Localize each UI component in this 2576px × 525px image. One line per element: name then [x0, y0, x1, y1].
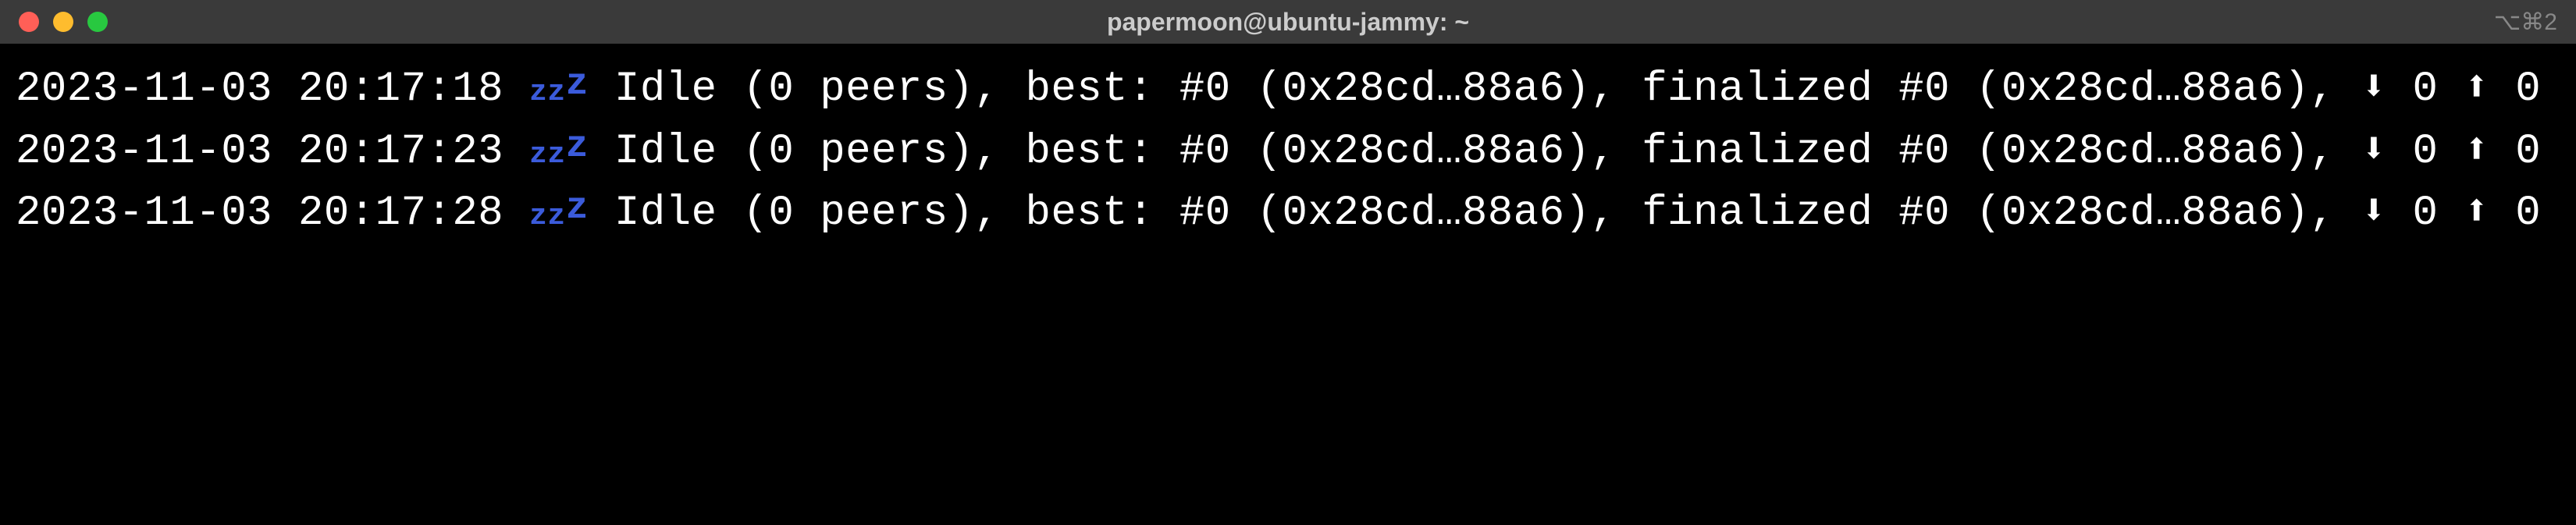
window-title: papermoon@ubuntu-jammy: ~ — [1107, 8, 1469, 37]
log-download: 0 — [2413, 128, 2439, 176]
log-line: 2023-11-03 20:17:23 zzz Idle (0 peers), … — [16, 120, 2560, 183]
log-line: 2023-11-03 20:17:28 zzz Idle (0 peers), … — [16, 182, 2560, 244]
log-best-hash: 0x28cd…88a6 — [1283, 66, 1565, 113]
log-finalized-hash: 0x28cd…88a6 — [2001, 190, 2284, 237]
titlebar[interactable]: papermoon@ubuntu-jammy: ~ ⌥⌘2 — [0, 0, 2576, 44]
sleep-icon: zzz — [529, 190, 589, 237]
sleep-icon: zzz — [529, 128, 589, 176]
log-peers: 0 — [768, 128, 794, 176]
upload-arrow-icon: ⬆ — [2464, 128, 2489, 176]
download-arrow-icon: ⬇ — [2361, 190, 2387, 237]
log-finalized-block: #0 — [1898, 128, 1950, 176]
upload-arrow-icon: ⬆ — [2464, 66, 2489, 113]
terminal-output[interactable]: 2023-11-03 20:17:18 zzz Idle (0 peers), … — [0, 44, 2576, 525]
log-timestamp: 2023-11-03 20:17:23 — [16, 128, 503, 176]
sleep-icon: zzz — [529, 66, 589, 113]
log-peers: 0 — [768, 190, 794, 237]
log-best-block: #0 — [1179, 128, 1231, 176]
log-best-hash: 0x28cd…88a6 — [1283, 190, 1565, 237]
log-upload: 0 — [2515, 128, 2541, 176]
log-peers: 0 — [768, 66, 794, 113]
log-upload: 0 — [2515, 66, 2541, 113]
log-finalized-hash: 0x28cd…88a6 — [2001, 66, 2284, 113]
log-download: 0 — [2413, 66, 2439, 113]
log-finalized-block: #0 — [1898, 66, 1950, 113]
log-best-hash: 0x28cd…88a6 — [1283, 128, 1565, 176]
log-best-block: #0 — [1179, 190, 1231, 237]
minimize-button[interactable] — [53, 12, 73, 32]
log-line: 2023-11-03 20:17:18 zzz Idle (0 peers), … — [16, 58, 2560, 120]
close-button[interactable] — [19, 12, 39, 32]
log-finalized-block: #0 — [1898, 190, 1950, 237]
log-status: Idle — [614, 128, 717, 176]
maximize-button[interactable] — [87, 12, 108, 32]
download-arrow-icon: ⬇ — [2361, 128, 2387, 176]
log-download: 0 — [2413, 190, 2439, 237]
log-upload: 0 — [2515, 190, 2541, 237]
terminal-window: papermoon@ubuntu-jammy: ~ ⌥⌘2 2023-11-03… — [0, 0, 2576, 525]
log-timestamp: 2023-11-03 20:17:28 — [16, 190, 503, 237]
download-arrow-icon: ⬇ — [2361, 66, 2387, 113]
log-timestamp: 2023-11-03 20:17:18 — [16, 66, 503, 113]
log-finalized-hash: 0x28cd…88a6 — [2001, 128, 2284, 176]
log-status: Idle — [614, 66, 717, 113]
log-best-block: #0 — [1179, 66, 1231, 113]
traffic-lights — [19, 12, 108, 32]
window-shortcut: ⌥⌘2 — [2494, 9, 2557, 36]
log-status: Idle — [614, 190, 717, 237]
upload-arrow-icon: ⬆ — [2464, 190, 2489, 237]
